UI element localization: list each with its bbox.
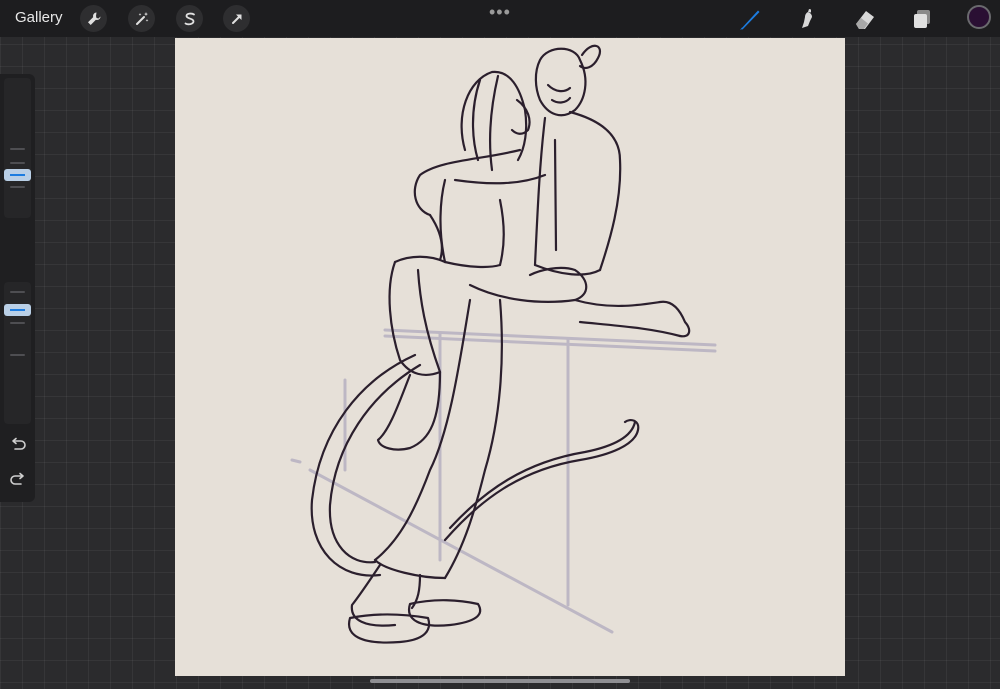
brush-tool-button[interactable] xyxy=(737,6,763,32)
adjustments-button[interactable] xyxy=(128,5,155,32)
gallery-button[interactable]: Gallery xyxy=(15,9,63,26)
transform-arrow-icon xyxy=(231,14,241,24)
actions-button[interactable] xyxy=(80,5,107,32)
redo-icon[interactable] xyxy=(9,471,27,489)
opacity-thumb[interactable] xyxy=(4,304,31,316)
slider-tick xyxy=(10,354,25,356)
color-picker-button[interactable] xyxy=(967,5,991,29)
drawing-canvas[interactable] xyxy=(175,38,845,676)
line-art-sketch xyxy=(290,44,717,644)
more-options-button[interactable]: ••• xyxy=(489,2,511,23)
smudge-tool-button[interactable] xyxy=(794,6,820,32)
transform-button[interactable] xyxy=(223,5,250,32)
brush-size-thumb[interactable] xyxy=(4,169,31,181)
slider-tick xyxy=(10,322,25,324)
slider-tick xyxy=(10,162,25,164)
brush-icon xyxy=(740,10,760,30)
undo-icon[interactable] xyxy=(9,436,27,454)
brush-size-slider[interactable] xyxy=(4,78,31,218)
smudge-icon xyxy=(802,9,812,28)
eraser-tool-button[interactable] xyxy=(852,6,878,32)
layers-icon xyxy=(914,10,930,28)
eraser-icon xyxy=(856,11,874,29)
slider-tick xyxy=(10,148,25,150)
selection-button[interactable] xyxy=(176,5,203,32)
wrench-icon xyxy=(87,12,100,25)
top-toolbar: Gallery ••• xyxy=(0,0,1000,37)
canvas-scrollbar[interactable] xyxy=(370,679,630,683)
slider-tick xyxy=(10,291,25,293)
opacity-slider[interactable] xyxy=(4,282,31,424)
magic-wand-icon xyxy=(135,11,148,25)
selection-s-icon xyxy=(184,12,195,25)
layers-button[interactable] xyxy=(909,6,935,32)
left-sidebar xyxy=(0,74,35,502)
slider-tick xyxy=(10,186,25,188)
